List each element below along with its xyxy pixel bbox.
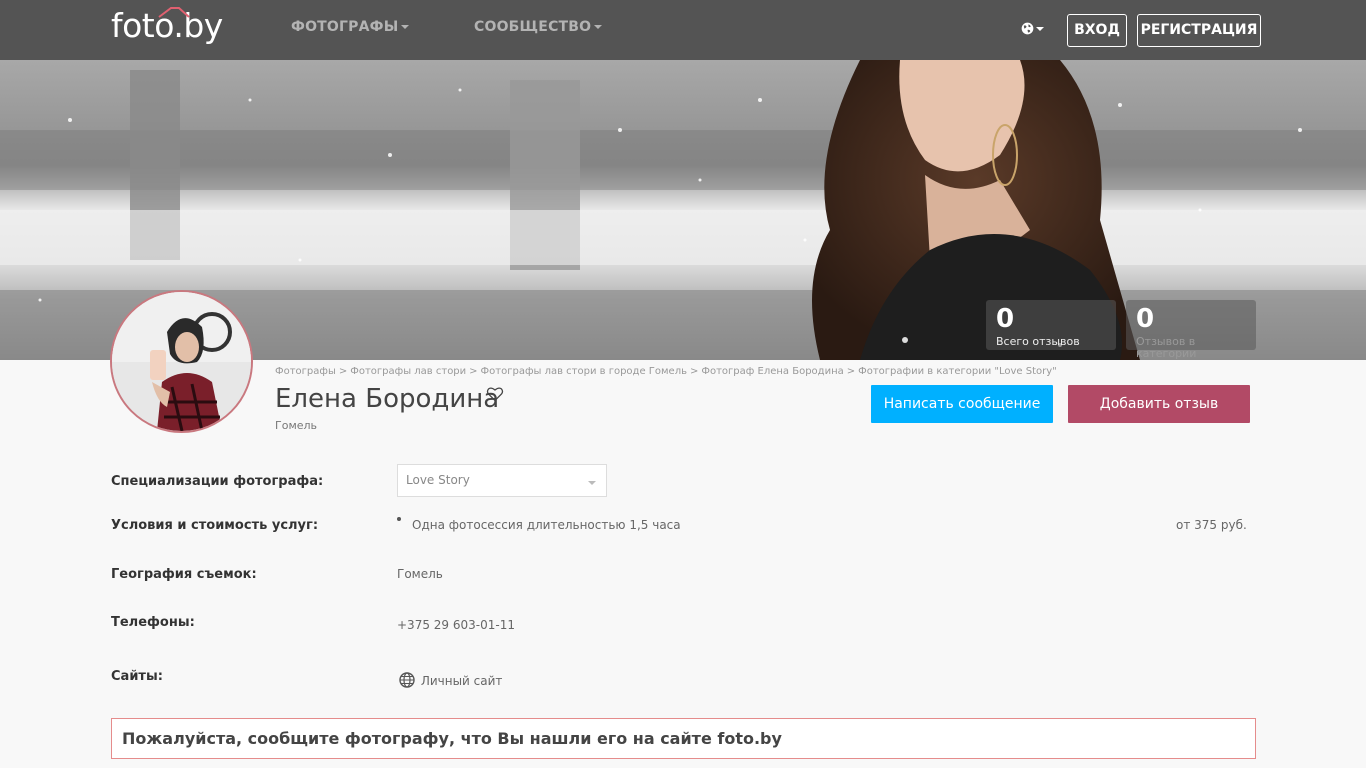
specialization-selected-value: Love Story (406, 473, 470, 487)
total-reviews-count: 0 (996, 304, 1015, 334)
breadcrumb-separator: > (689, 366, 699, 377)
phone-number[interactable]: +375 29 603-01-11 (397, 618, 515, 632)
chevron-down-icon (1036, 27, 1044, 31)
notice-banner: Пожалуйста, сообщите фотографу, что Вы н… (111, 718, 1256, 759)
breadcrumb-current: Фотографии в категории "Love Story" (858, 366, 1057, 377)
specializations-label: Специализации фотографа: (111, 474, 324, 489)
add-review-button[interactable]: Добавить отзыв (1068, 385, 1250, 423)
register-button[interactable]: РЕГИСТРАЦИЯ (1137, 14, 1261, 47)
breadcrumb-link[interactable]: Фотограф Елена Бородина (701, 366, 843, 377)
personal-site-label: Личный сайт (420, 674, 503, 688)
chevron-down-icon (401, 25, 410, 29)
photographer-name: Елена Бородина (275, 384, 500, 414)
category-reviews-label: Отзывов в категории (1136, 335, 1197, 360)
conditions-label: Условия и стоимость услуг: (111, 518, 319, 533)
personal-site-link[interactable]: Личный сайт (397, 672, 502, 688)
site-logo[interactable]: foto.by (111, 4, 223, 48)
phones-label: Телефоны: (111, 615, 195, 630)
service-description: Одна фотосессия длительностью 1,5 часа (412, 518, 681, 532)
breadcrumb-separator: > (469, 366, 478, 377)
chevron-down-icon (588, 481, 596, 485)
breadcrumb-link[interactable]: Фотографы (275, 366, 336, 377)
category-reviews-count: 0 (1136, 304, 1155, 334)
breadcrumb-separator: > (846, 366, 856, 377)
write-message-button[interactable]: Написать сообщение (871, 385, 1053, 423)
total-reviews-label: Всего отзывов (996, 335, 1080, 348)
breadcrumb: Фотографы > Фотографы лав стори > Фотографы … (275, 366, 1057, 377)
top-navbar: foto.by ФОТОГРАФЫ СООБЩЕСТВО ВХОД РЕГИСТ… (0, 0, 1366, 60)
favorite-heart-icon[interactable] (486, 386, 504, 402)
nav-photographers[interactable]: ФОТОГРАФЫ (291, 19, 410, 35)
geography-label: География съемок: (111, 567, 257, 582)
avatar[interactable] (110, 290, 253, 433)
list-bullet (397, 517, 401, 521)
login-button[interactable]: ВХОД (1067, 14, 1127, 47)
photographer-city: Гомель (275, 419, 318, 432)
total-reviews-stat: 0 Всего отзывов (986, 300, 1116, 350)
language-button[interactable] (1021, 21, 1049, 39)
specialization-select[interactable]: Love Story (397, 464, 607, 497)
nav-community[interactable]: СООБЩЕСТВО (474, 19, 603, 35)
chevron-down-icon (594, 25, 603, 29)
logo-roof-icon (158, 7, 190, 18)
breadcrumb-link[interactable]: Фотографы лав стори (350, 366, 466, 377)
sites-label: Сайты: (111, 669, 163, 684)
category-reviews-stat: 0 Отзывов в категории (1126, 300, 1256, 360)
breadcrumb-link[interactable]: Фотографы лав стори в городе Гомель (481, 366, 687, 377)
service-price: от 375 руб. (1176, 518, 1247, 532)
globe-icon (399, 672, 415, 688)
avatar-photo (112, 292, 251, 431)
globe-icon (1021, 22, 1034, 35)
breadcrumb-separator: > (338, 366, 348, 377)
geography-value: Гомель (397, 567, 443, 581)
